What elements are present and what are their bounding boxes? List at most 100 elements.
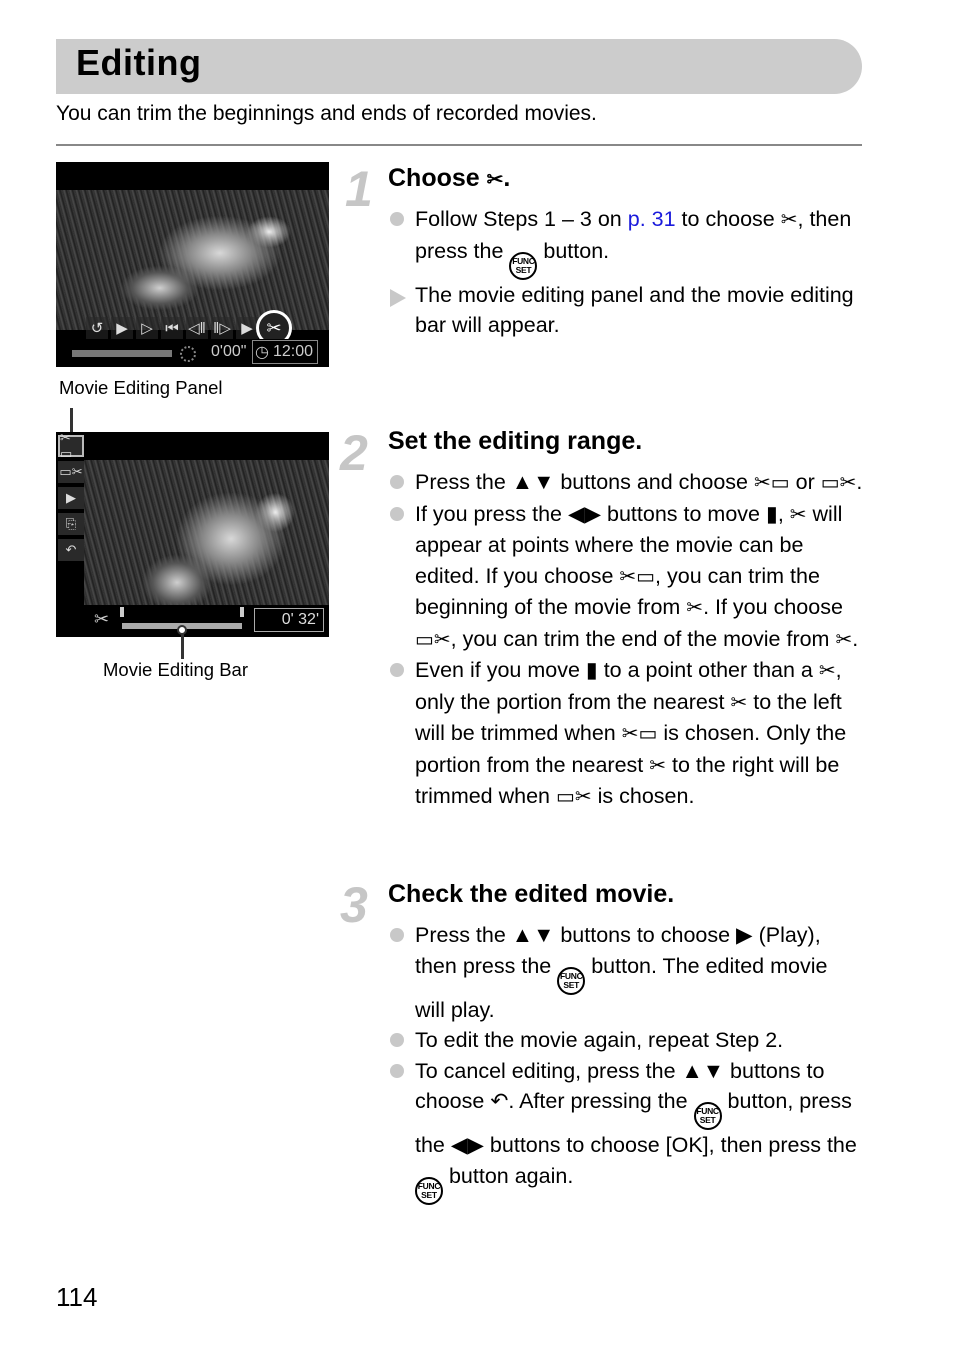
movie-editing-panel-screenshot: ↺ ▶ ▷ ⏮ ◁‖ ‖▷ ▶ ✂ 0'00" ◷ 12:00 xyxy=(56,162,329,367)
text: Follow Steps 1 – 3 on xyxy=(415,207,628,231)
func-set-button-icon: FUNC SET xyxy=(415,1176,443,1205)
text: . After pressing the xyxy=(508,1089,694,1113)
slow-play-icon: ▷ xyxy=(136,317,158,339)
text: , you can trim the end of the movie from xyxy=(450,626,836,651)
step-number: 3 xyxy=(340,877,368,933)
bullet-dot-icon xyxy=(390,506,404,521)
step-heading: Set the editing range. xyxy=(388,427,643,455)
text: is chosen. xyxy=(591,784,695,808)
text: . xyxy=(856,470,863,494)
up-down-arrows-icon: ▲▼ xyxy=(681,1058,725,1083)
scissors-icon: ✂ xyxy=(818,660,836,682)
trim-end-icon: ▭✂ xyxy=(415,628,451,651)
section-title-bar: Editing xyxy=(56,39,862,94)
trim-start-icon: ✂▭ xyxy=(58,432,84,461)
text: To edit the movie again, repeat Step 2. xyxy=(415,1028,784,1052)
text: , xyxy=(777,501,790,526)
result-arrow-icon xyxy=(390,288,406,307)
trim-end-icon: ▭✂ xyxy=(556,786,592,808)
list-item: To cancel editing, press the ▲▼ buttons … xyxy=(388,1056,863,1205)
step-1-bullets: Follow Steps 1 – 3 on p. 31 to choose ✂,… xyxy=(388,204,863,341)
status-bar: 0'00" ◷ 12:00 xyxy=(56,339,329,367)
text: To cancel editing, press the xyxy=(415,1058,682,1083)
bullet-dot-icon xyxy=(390,1033,404,1047)
pointer-line xyxy=(181,633,184,659)
next-frame-icon: ‖▷ xyxy=(211,317,233,339)
func-set-button-icon: FUNC SET xyxy=(509,251,538,280)
bullet-dot-icon xyxy=(390,475,404,489)
list-item: Press the ▲▼ buttons and choose ✂▭ or ▭✂… xyxy=(388,467,863,499)
intro-text: You can trim the beginnings and ends of … xyxy=(56,102,597,125)
step-3-bullets: Press the ▲▼ buttons to choose ▶ (Play),… xyxy=(388,920,863,1205)
play-icon: ▶ xyxy=(736,923,753,947)
set-label: SET xyxy=(421,1189,437,1200)
text: . xyxy=(852,626,859,651)
left-right-arrows-icon: ◀▶ xyxy=(450,1133,484,1157)
previous-frame-icon: ◁‖ xyxy=(186,317,208,339)
bullet-dot-icon xyxy=(390,1063,404,1078)
divider xyxy=(56,144,862,146)
movie-frame-image xyxy=(56,190,329,330)
text: button. xyxy=(537,238,610,263)
play-icon: ▶ xyxy=(58,487,84,509)
page-number: 114 xyxy=(56,1282,98,1312)
movie-editing-bar-screenshot: ✂▭ ▭✂ ▶ ⎘ ↶ ✂ 0' 32' xyxy=(56,432,329,637)
step-heading: Choose ✂. xyxy=(388,164,510,193)
text: or xyxy=(789,470,821,494)
heading-text: Choose xyxy=(388,164,480,192)
step-2-bullets: Press the ▲▼ buttons and choose ✂▭ or ▭✂… xyxy=(388,467,863,813)
text: Press the xyxy=(415,470,512,494)
scissors-icon: ✂ xyxy=(686,597,704,619)
list-item: Press the ▲▼ buttons to choose ▶ (Play),… xyxy=(388,920,863,1025)
back-icon: ↶ xyxy=(490,1089,509,1113)
bullet-dot-icon xyxy=(390,212,404,226)
list-item: The movie editing panel and the movie ed… xyxy=(388,280,863,341)
edit-menu-sidebar: ✂▭ ▭✂ ▶ ⎘ ↶ xyxy=(58,432,84,561)
page-link[interactable]: p. 31 xyxy=(628,207,676,231)
scissors-icon: ✂ xyxy=(649,754,666,777)
first-frame-icon: ⏮ xyxy=(161,317,183,339)
text: to a point other than a xyxy=(597,658,819,682)
bar-caption: Movie Editing Bar xyxy=(103,659,248,680)
elapsed-time: 0'00" xyxy=(211,343,247,360)
set-label: SET xyxy=(699,1115,716,1125)
position-marker-icon: ▮ xyxy=(585,658,598,682)
text: button again. xyxy=(443,1163,574,1188)
list-item: To edit the movie again, repeat Step 2. xyxy=(388,1025,863,1056)
list-item: Even if you move ▮ to a point other than… xyxy=(388,655,863,813)
loading-icon xyxy=(180,346,196,362)
scissors-icon: ✂ xyxy=(835,628,853,651)
func-set-button-icon: FUNC SET xyxy=(557,966,586,995)
set-label: SET xyxy=(515,264,532,275)
scissors-icon: ✂ xyxy=(94,609,110,629)
progress-bar xyxy=(72,350,172,357)
trim-start-icon: ✂▭ xyxy=(621,723,658,745)
play-icon: ▶ xyxy=(111,317,133,339)
text: buttons to choose xyxy=(554,923,737,947)
back-icon: ↶ xyxy=(58,539,84,561)
start-marker xyxy=(120,607,124,617)
scissors-icon: ✂ xyxy=(789,503,807,526)
movie-length: 0' 32' xyxy=(254,608,324,632)
text: Press the xyxy=(415,923,512,947)
text: . If you choose xyxy=(703,595,843,619)
back-icon: ↺ xyxy=(86,317,108,339)
scissors-icon: ✂ xyxy=(486,169,504,191)
trim-end-icon: ▭✂ xyxy=(58,461,84,483)
text: buttons to choose [OK], then press the xyxy=(483,1133,857,1157)
trim-end-icon: ▭✂ xyxy=(820,472,857,494)
save-icon: ⎘ xyxy=(58,513,84,535)
edit-bar: ✂ 0' 32' xyxy=(56,605,329,637)
bullet-dot-icon xyxy=(390,928,404,942)
last-frame-icon: ▶ xyxy=(236,317,258,339)
text: The movie editing panel and the movie ed… xyxy=(415,282,854,338)
step-number: 2 xyxy=(340,425,368,481)
func-set-button-icon: FUNC SET xyxy=(693,1102,722,1130)
step-heading: Check the edited movie. xyxy=(388,880,675,908)
text: If you press the xyxy=(415,501,568,526)
position-marker-icon: ▮ xyxy=(765,501,778,526)
left-right-arrows-icon: ◀▶ xyxy=(567,501,602,526)
playback-controls: ↺ ▶ ▷ ⏮ ◁‖ ‖▷ ▶ xyxy=(86,317,258,339)
step-number: 1 xyxy=(345,161,373,217)
up-down-arrows-icon: ▲▼ xyxy=(511,470,555,494)
